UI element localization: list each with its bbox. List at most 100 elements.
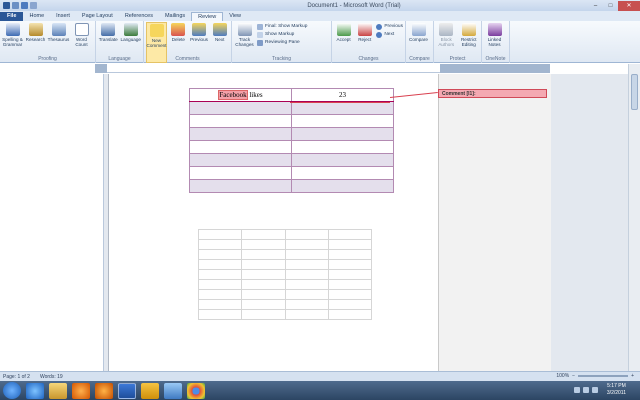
delete-comment-icon	[171, 23, 186, 36]
title-bar: Document1 - Microsoft Word (Trial) – □ ✕	[0, 0, 640, 11]
table-cell[interactable]	[291, 166, 394, 180]
table-cell[interactable]	[189, 127, 292, 141]
close-button[interactable]: ✕	[618, 0, 640, 11]
track-changes-icon	[237, 23, 252, 36]
tab-review[interactable]: Review	[191, 12, 224, 21]
undo-icon[interactable]	[21, 2, 28, 9]
zoom-level[interactable]: 100%	[556, 373, 569, 379]
display-for-review-dropdown[interactable]: Final: Show Markup	[257, 23, 307, 30]
table-cell[interactable]	[291, 127, 394, 141]
group-proofing: Spelling & Grammar Research Thesaurus Wo…	[0, 21, 96, 63]
comment-connector	[290, 102, 390, 103]
flag-icon[interactable]	[592, 387, 598, 393]
window-title: Document1 - Microsoft Word (Trial)	[307, 2, 401, 9]
reviewing-pane-icon	[257, 39, 263, 46]
horizontal-ruler[interactable]	[95, 64, 550, 73]
table-cell[interactable]	[291, 153, 394, 167]
document-page[interactable]: Facebook likes 23	[108, 74, 438, 371]
table-cell[interactable]	[189, 114, 292, 128]
table-row	[197, 229, 373, 240]
next-change-button[interactable]: Next	[376, 31, 403, 38]
scroll-thumb[interactable]	[631, 74, 638, 110]
comment-balloon[interactable]: Comment [l1]:	[438, 89, 547, 98]
tab-page-layout[interactable]: Page Layout	[76, 12, 119, 21]
window-switch-icon[interactable]	[164, 382, 182, 399]
word-count[interactable]: Words: 19	[40, 374, 63, 380]
block-authors-icon	[439, 23, 454, 36]
vertical-scrollbar[interactable]	[628, 64, 640, 371]
word-taskbar-icon[interactable]	[118, 382, 136, 399]
page-count[interactable]: Page: 1 of 2	[3, 374, 30, 380]
table-row	[197, 309, 373, 320]
table-row	[197, 259, 373, 270]
firefox-icon[interactable]	[95, 382, 113, 399]
save-icon[interactable]	[12, 2, 19, 9]
table-cell[interactable]	[291, 114, 394, 128]
table-cell[interactable]: 23	[291, 88, 394, 102]
zoom-in-button[interactable]: +	[631, 373, 634, 379]
vertical-ruler[interactable]	[95, 74, 104, 371]
group-language: Translate Language Language	[96, 21, 144, 63]
table-cell[interactable]	[189, 101, 292, 115]
minimize-button[interactable]: –	[588, 1, 603, 11]
table-cell[interactable]	[189, 140, 292, 154]
table-row	[189, 166, 394, 180]
ie-icon[interactable]	[26, 382, 44, 399]
table-cell[interactable]	[291, 140, 394, 154]
table-row	[197, 299, 373, 310]
table-row	[189, 179, 394, 193]
zoom-control: 100% − +	[556, 373, 634, 379]
tab-home[interactable]: Home	[23, 12, 50, 21]
table-cell[interactable]	[189, 179, 292, 193]
previous-change-button[interactable]: Previous	[376, 23, 403, 30]
table-row	[197, 249, 373, 260]
tab-file[interactable]: File	[0, 12, 24, 21]
media-player-icon[interactable]	[72, 382, 90, 399]
group-label: Proofing	[38, 56, 57, 62]
table-cell[interactable]	[189, 166, 292, 180]
explorer-icon[interactable]	[49, 382, 67, 399]
table-row	[189, 127, 394, 141]
taskbar: 5:17 PM 3/2/2011	[0, 381, 640, 400]
quick-access-toolbar	[0, 2, 120, 9]
chrome-icon[interactable]	[187, 382, 205, 399]
group-comments: New Comment Delete Previous Next Comment…	[144, 21, 232, 63]
volume-icon[interactable]	[583, 387, 589, 393]
next-comment-icon	[212, 23, 227, 36]
previous-comment-icon	[192, 23, 206, 36]
group-label: Comments	[175, 56, 200, 62]
redo-icon[interactable]	[30, 2, 37, 9]
table-row	[197, 239, 373, 250]
group-tracking: Track Changes Final: Show Markup Show Ma…	[232, 21, 332, 63]
outlook-icon[interactable]	[141, 382, 159, 399]
group-label: Compare	[409, 56, 430, 62]
show-markup-icon	[257, 31, 263, 38]
table-row: Facebook likes 23	[189, 88, 394, 102]
clock[interactable]: 5:17 PM 3/2/2011	[607, 383, 626, 397]
start-button[interactable]	[3, 382, 21, 399]
tab-mailings[interactable]: Mailings	[159, 12, 191, 21]
cell-text: likes	[247, 91, 263, 99]
research-icon	[28, 23, 43, 36]
status-bar: Page: 1 of 2 Words: 19 100% − +	[0, 371, 640, 381]
markup-area	[438, 74, 551, 371]
table-row	[189, 114, 394, 128]
table-cell[interactable]	[291, 101, 394, 115]
maximize-button[interactable]: □	[603, 1, 618, 11]
tab-insert[interactable]: Insert	[50, 12, 76, 21]
group-label: Changes	[358, 56, 379, 62]
comment-highlight[interactable]: Facebook	[218, 90, 248, 100]
zoom-out-button[interactable]: −	[572, 373, 575, 379]
word-icon[interactable]	[3, 2, 10, 9]
zoom-slider[interactable]	[578, 375, 629, 377]
table-cell[interactable]	[291, 179, 394, 193]
show-markup-dropdown[interactable]: Show Markup	[257, 31, 307, 38]
reviewing-pane-dropdown[interactable]: Reviewing Pane	[257, 39, 307, 46]
network-icon[interactable]	[574, 387, 580, 393]
table-row	[189, 140, 394, 154]
tab-view[interactable]: View	[223, 12, 247, 21]
empty-table	[197, 229, 373, 320]
tab-references[interactable]: References	[119, 12, 159, 21]
table-cell[interactable]: Facebook likes	[189, 88, 292, 102]
table-cell[interactable]	[189, 153, 292, 167]
